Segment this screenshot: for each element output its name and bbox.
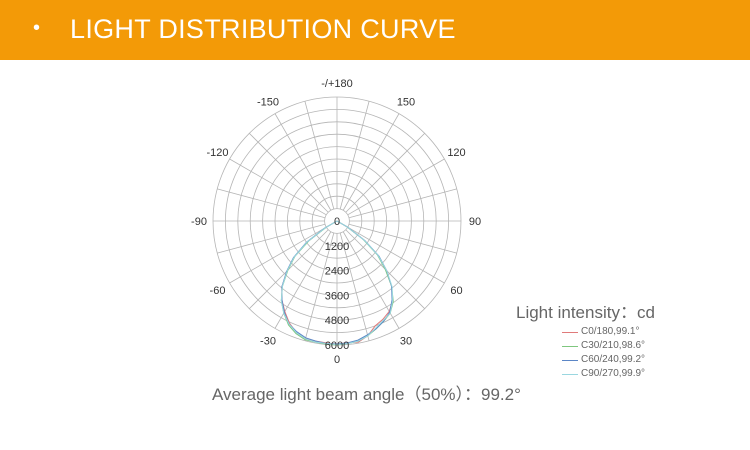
radial-label: 3600	[325, 290, 349, 302]
legend-swatch	[562, 332, 578, 333]
legend-item: C0/180,99.1°	[562, 325, 672, 339]
angle-label: -90	[191, 216, 207, 228]
intensity-unit-label: Light intensity：cd	[516, 303, 655, 322]
legend-label: C90/270,99.9°	[581, 368, 646, 379]
beam-angle-note: Average light beam angle（50%）：99.2°	[212, 385, 521, 404]
legend-swatch	[562, 346, 578, 347]
legend-label: C30/210,98.6°	[581, 340, 646, 351]
legend-label: C60/240,99.2°	[581, 354, 646, 365]
angle-label: 60	[450, 285, 462, 297]
radial-label: 2400	[325, 266, 349, 278]
legend-swatch	[562, 374, 578, 375]
radial-label: 4800	[325, 315, 349, 327]
angle-label: -30	[260, 336, 276, 348]
angle-label: 30	[400, 336, 412, 348]
angle-label: 120	[447, 147, 465, 159]
polar-labels: 0 1200 2400 3600 4800 6000 0 30 60 90 120 150 -/+180…	[191, 78, 481, 366]
legend-item: C30/210,98.6°	[562, 339, 672, 353]
angle-label: -60	[210, 285, 226, 297]
angle-label: 150	[397, 97, 415, 109]
radial-label: 1200	[325, 241, 349, 253]
legend-item: C90/270,99.9°	[562, 367, 672, 381]
legend-label: C0/180,99.1°	[581, 326, 640, 337]
legend-swatch	[562, 360, 578, 361]
angle-label: 90	[469, 216, 481, 228]
legend-item: C60/240,99.2°	[562, 353, 672, 367]
legend: C0/180,99.1° C30/210,98.6° C60/240,99.2°…	[562, 325, 672, 381]
angle-label: -120	[206, 147, 228, 159]
angle-label: 0	[334, 354, 340, 366]
angle-label: -/+180	[321, 78, 353, 90]
angle-label: -150	[257, 97, 279, 109]
radial-label: 6000	[325, 340, 349, 352]
radial-label: 0	[334, 216, 340, 228]
